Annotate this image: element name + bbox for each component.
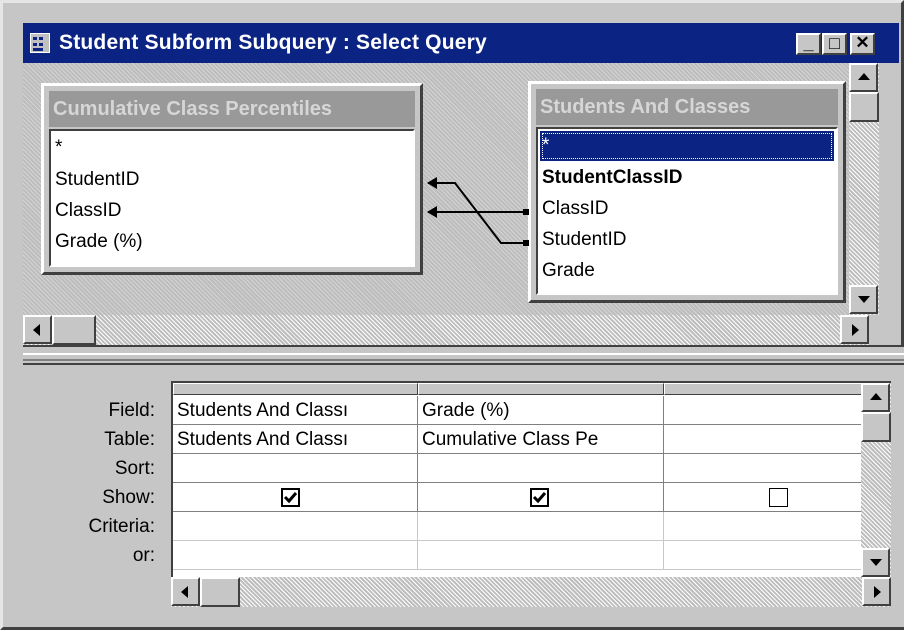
grid-cell-sort[interactable] <box>418 454 664 483</box>
maximize-button[interactable]: □ <box>822 33 847 55</box>
scroll-thumb[interactable] <box>52 315 96 345</box>
grid-cell-field[interactable] <box>664 396 889 425</box>
scroll-up-icon[interactable] <box>861 383 890 412</box>
grid-cell-field[interactable]: Grade (%) <box>418 396 664 425</box>
grid-cell-show[interactable] <box>173 483 418 512</box>
row-label-or: or: <box>132 545 155 566</box>
row-label-sort: Sort: <box>114 458 155 479</box>
grid-cell-criteria[interactable] <box>664 512 889 541</box>
scroll-left-icon[interactable] <box>23 315 52 344</box>
minimize-button[interactable]: _ <box>796 33 821 55</box>
query-window: Student Subform Subquery : Select Query … <box>0 0 904 630</box>
grid-cell-sort[interactable] <box>664 454 889 483</box>
scroll-thumb[interactable] <box>861 412 891 442</box>
title-bar[interactable]: Student Subform Subquery : Select Query … <box>23 23 899 63</box>
grid-horizontal-scrollbar[interactable] <box>171 577 891 607</box>
scroll-corner <box>869 315 899 345</box>
join-arrow-icon <box>427 177 437 189</box>
grid-cell-table[interactable] <box>664 425 889 454</box>
row-label-field: Field: <box>108 400 155 421</box>
pane-splitter[interactable] <box>23 345 904 365</box>
column-selector[interactable] <box>173 383 418 395</box>
query-icon <box>30 33 50 53</box>
checkbox-icon[interactable] <box>530 488 549 507</box>
grid-cell-show[interactable] <box>664 483 889 512</box>
column-selector[interactable] <box>664 383 889 395</box>
scroll-left-icon[interactable] <box>171 577 200 606</box>
join-arrow-icon <box>427 206 437 218</box>
grid-cell-field[interactable]: Students And Classı <box>173 396 418 425</box>
grid-cell-criteria[interactable] <box>418 512 664 541</box>
row-label-criteria: Criteria: <box>88 516 155 537</box>
checkbox-icon[interactable] <box>769 488 788 507</box>
grid-cell-table[interactable]: Students And Classı <box>173 425 418 454</box>
grid-cell-criteria[interactable] <box>173 512 418 541</box>
table-design-pane[interactable]: Cumulative Class Percentiles * StudentID… <box>23 63 869 345</box>
design-grid-pane: Field: Table: Sort: Show: Criteria: or: … <box>23 365 904 627</box>
grid-cell-or[interactable] <box>418 541 664 570</box>
scroll-down-icon[interactable] <box>861 548 890 577</box>
grid-cell-or[interactable] <box>664 541 889 570</box>
scroll-thumb[interactable] <box>200 577 240 607</box>
scroll-right-icon[interactable] <box>840 315 869 344</box>
scroll-up-icon[interactable] <box>849 63 878 92</box>
vertical-scrollbar[interactable] <box>849 63 879 315</box>
grid-cell-sort[interactable] <box>173 454 418 483</box>
grid-cell-or[interactable] <box>173 541 418 570</box>
join-lines <box>427 177 529 246</box>
grid-vertical-scrollbar[interactable] <box>861 383 891 577</box>
grid-cell-table[interactable]: Cumulative Class Pe <box>418 425 664 454</box>
scroll-thumb[interactable] <box>849 92 879 122</box>
window-title: Student Subform Subquery : Select Query <box>59 31 487 54</box>
close-button[interactable]: ✕ <box>850 33 875 55</box>
query-design-grid[interactable]: Students And Classı Students And Classı … <box>171 381 891 579</box>
scroll-down-icon[interactable] <box>849 285 878 314</box>
column-selector[interactable] <box>418 383 664 395</box>
row-label-show: Show: <box>102 487 155 508</box>
horizontal-scrollbar[interactable] <box>23 315 869 345</box>
grid-cell-show[interactable] <box>418 483 664 512</box>
scroll-right-icon[interactable] <box>862 577 891 606</box>
row-label-table: Table: <box>104 429 155 450</box>
checkbox-icon[interactable] <box>281 488 300 507</box>
